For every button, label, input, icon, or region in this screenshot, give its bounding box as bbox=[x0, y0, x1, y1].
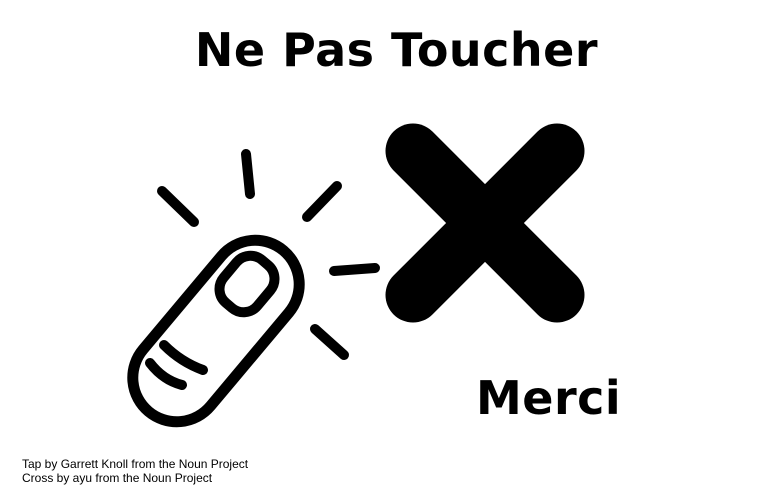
credit-cross: Cross by ayu from the Noun Project bbox=[22, 471, 213, 485]
icon-credits: Tap by Garrett Knoll from the Noun Proje… bbox=[22, 457, 248, 485]
credit-tap: Tap by Garrett Knoll from the Noun Proje… bbox=[22, 457, 249, 471]
merci-label: Merci bbox=[476, 371, 622, 425]
cross-icon bbox=[385, 123, 585, 323]
